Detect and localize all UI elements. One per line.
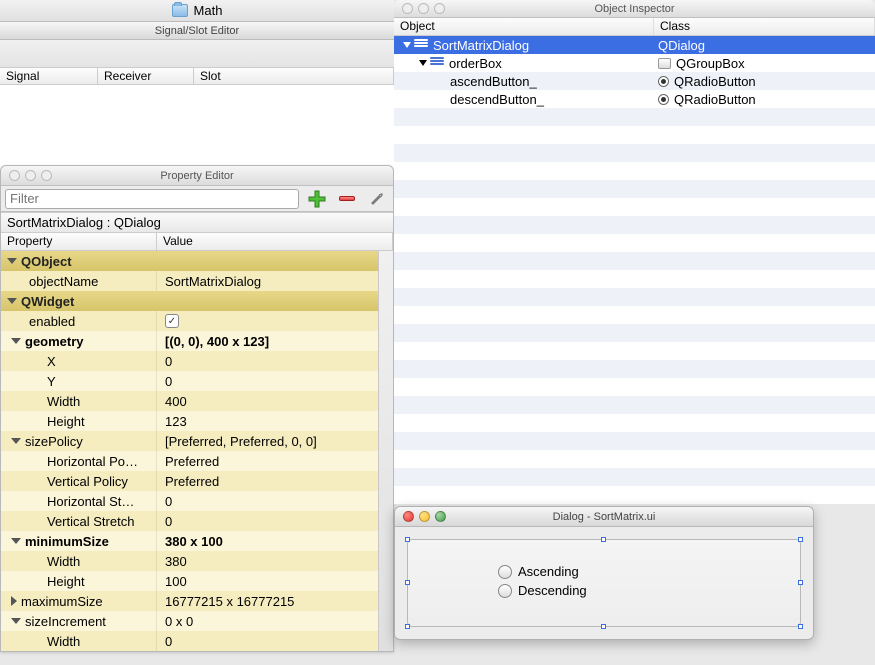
resize-handle[interactable] bbox=[601, 624, 606, 629]
chevron-right-icon[interactable] bbox=[11, 596, 17, 606]
enabled-checkbox[interactable]: ✓ bbox=[165, 314, 179, 328]
signal-slot-title: Signal/Slot Editor bbox=[0, 22, 394, 40]
remove-button[interactable] bbox=[335, 189, 359, 209]
descending-label: Descending bbox=[518, 583, 587, 598]
resize-handle[interactable] bbox=[601, 537, 606, 542]
row-hstr[interactable]: Horizontal St…0 bbox=[1, 491, 393, 511]
dialog-titlebar[interactable]: Dialog - SortMatrix.ui bbox=[395, 507, 813, 527]
tree-item-descendbutton[interactable]: descendButton_ QRadioButton bbox=[394, 90, 875, 108]
row-sizeinc[interactable]: sizeIncrement0 x 0 bbox=[1, 611, 393, 631]
wrench-icon bbox=[369, 191, 385, 207]
ascending-radio[interactable]: Ascending bbox=[498, 564, 790, 579]
chevron-down-icon[interactable] bbox=[11, 618, 21, 624]
chevron-down-icon[interactable] bbox=[11, 338, 21, 344]
chevron-down-icon[interactable] bbox=[7, 258, 17, 264]
class-line: SortMatrixDialog : QDialog bbox=[1, 212, 393, 233]
row-minsize[interactable]: minimumSize380 x 100 bbox=[1, 531, 393, 551]
col-receiver[interactable]: Receiver bbox=[98, 68, 194, 84]
vlayout-icon bbox=[430, 57, 444, 69]
radio-icon bbox=[498, 584, 512, 598]
vlayout-icon bbox=[414, 39, 428, 51]
row-objectname[interactable]: objectName SortMatrixDialog bbox=[1, 271, 393, 291]
row-x[interactable]: X0 bbox=[1, 351, 393, 371]
col-value[interactable]: Value bbox=[157, 233, 393, 250]
math-folder-header: Math bbox=[0, 0, 394, 22]
row-vstr[interactable]: Vertical Stretch0 bbox=[1, 511, 393, 531]
property-editor-titlebar[interactable]: Property Editor bbox=[1, 166, 393, 186]
tree-item-ascendbutton[interactable]: ascendButton_ QRadioButton bbox=[394, 72, 875, 90]
radio-icon bbox=[658, 76, 669, 87]
dialog-title: Dialog - SortMatrix.ui bbox=[395, 511, 813, 523]
resize-handle[interactable] bbox=[798, 580, 803, 585]
signal-slot-headers: Signal Receiver Slot bbox=[0, 67, 394, 85]
plus-icon bbox=[307, 189, 327, 209]
section-qwidget[interactable]: QWidget bbox=[1, 291, 393, 311]
configure-button[interactable] bbox=[365, 189, 389, 209]
filter-input[interactable] bbox=[5, 189, 299, 209]
col-class[interactable]: Class bbox=[654, 18, 875, 35]
resize-handle[interactable] bbox=[405, 580, 410, 585]
col-object[interactable]: Object bbox=[394, 18, 654, 35]
resize-handle[interactable] bbox=[405, 624, 410, 629]
tree-item-sortmatrixdialog[interactable]: SortMatrixDialog QDialog bbox=[394, 36, 875, 54]
resize-handle[interactable] bbox=[798, 537, 803, 542]
row-vpol[interactable]: Vertical PolicyPreferred bbox=[1, 471, 393, 491]
folder-icon bbox=[172, 4, 188, 17]
object-inspector-titlebar[interactable]: Object Inspector bbox=[394, 0, 875, 18]
row-min-w[interactable]: Width380 bbox=[1, 551, 393, 571]
row-geometry[interactable]: geometry [(0, 0), 400 x 123] bbox=[1, 331, 393, 351]
row-min-h[interactable]: Height100 bbox=[1, 571, 393, 591]
row-height[interactable]: Height123 bbox=[1, 411, 393, 431]
descending-radio[interactable]: Descending bbox=[498, 583, 790, 598]
chevron-down-icon[interactable] bbox=[419, 60, 427, 66]
resize-handle[interactable] bbox=[798, 624, 803, 629]
math-folder-label: Math bbox=[194, 3, 223, 18]
row-width[interactable]: Width400 bbox=[1, 391, 393, 411]
chevron-down-icon[interactable] bbox=[11, 538, 21, 544]
row-maxsize[interactable]: maximumSize16777215 x 16777215 bbox=[1, 591, 393, 611]
minus-icon bbox=[339, 196, 355, 201]
col-slot[interactable]: Slot bbox=[194, 68, 394, 84]
radio-icon bbox=[498, 565, 512, 579]
orderbox-groupbox[interactable]: Ascending Descending bbox=[407, 539, 801, 627]
col-property[interactable]: Property bbox=[1, 233, 157, 250]
object-inspector-title: Object Inspector bbox=[394, 3, 875, 15]
chevron-down-icon[interactable] bbox=[403, 42, 411, 48]
groupbox-icon bbox=[658, 58, 671, 69]
property-editor-title: Property Editor bbox=[1, 170, 393, 182]
property-rows[interactable]: QObject objectName SortMatrixDialog QWid… bbox=[1, 251, 393, 651]
chevron-down-icon[interactable] bbox=[7, 298, 17, 304]
dialog-preview-window[interactable]: Dialog - SortMatrix.ui Ascending Descend… bbox=[394, 506, 814, 640]
property-editor-window: Property Editor SortMatrixDialog : QDial… bbox=[0, 165, 394, 652]
signal-slot-editor: Signal Receiver Slot bbox=[0, 40, 394, 165]
col-signal[interactable]: Signal bbox=[0, 68, 98, 84]
tree-item-orderbox[interactable]: orderBox QGroupBox bbox=[394, 54, 875, 72]
add-button[interactable] bbox=[305, 189, 329, 209]
chevron-down-icon[interactable] bbox=[11, 438, 21, 444]
row-sizepolicy[interactable]: sizePolicy[Preferred, Preferred, 0, 0] bbox=[1, 431, 393, 451]
section-qobject[interactable]: QObject bbox=[1, 251, 393, 271]
object-tree[interactable]: SortMatrixDialog QDialog orderBox QGroup… bbox=[394, 36, 875, 500]
radio-icon bbox=[658, 94, 669, 105]
row-si-w[interactable]: Width0 bbox=[1, 631, 393, 651]
row-y[interactable]: Y0 bbox=[1, 371, 393, 391]
row-enabled[interactable]: enabled ✓ bbox=[1, 311, 393, 331]
ascending-label: Ascending bbox=[518, 564, 579, 579]
row-hpol[interactable]: Horizontal Po…Preferred bbox=[1, 451, 393, 471]
resize-handle[interactable] bbox=[405, 537, 410, 542]
